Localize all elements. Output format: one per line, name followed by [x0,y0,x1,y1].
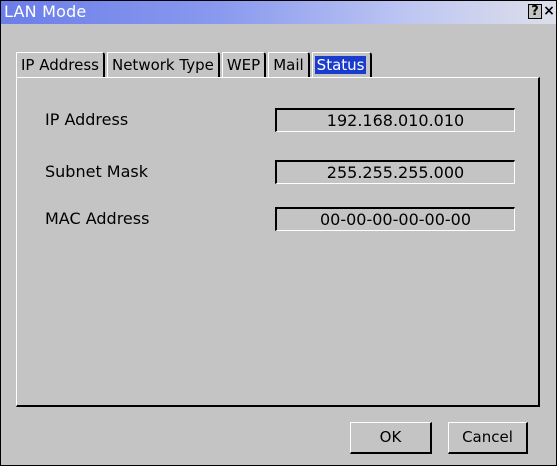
help-icon[interactable]: ? [528,4,542,19]
tab-wep[interactable]: WEP [221,52,267,77]
tab-strip: IP Address Network Type WEP Mail Status [16,49,374,77]
title-bar[interactable]: LAN Mode ? × [1,1,556,24]
close-icon[interactable]: × [542,4,556,19]
ip-address-label: IP Address [45,110,129,129]
tab-status[interactable]: Status [311,52,373,77]
tab-network-type[interactable]: Network Type [106,52,220,77]
tab-label: Status [314,56,367,74]
tab-label: WEP [226,56,261,74]
cancel-button[interactable]: Cancel [448,422,528,454]
mac-address-value: 00-00-00-00-00-00 [275,207,515,231]
lan-mode-window: LAN Mode ? × IP Address Network Type WEP… [0,0,557,466]
ip-address-value: 192.168.010.010 [275,108,515,132]
subnet-mask-label: Subnet Mask [45,162,149,181]
ok-button[interactable]: OK [350,422,432,454]
tab-label: IP Address [21,56,99,74]
mac-address-label: MAC Address [45,209,150,228]
status-panel: IP Address 192.168.010.010 Subnet Mask 2… [16,77,540,407]
subnet-mask-value: 255.255.255.000 [275,160,515,184]
tab-label: Mail [273,56,304,74]
tab-mail[interactable]: Mail [268,52,310,77]
window-title: LAN Mode [4,2,87,21]
tab-ip-address[interactable]: IP Address [16,52,105,77]
tab-label: Network Type [111,56,214,74]
